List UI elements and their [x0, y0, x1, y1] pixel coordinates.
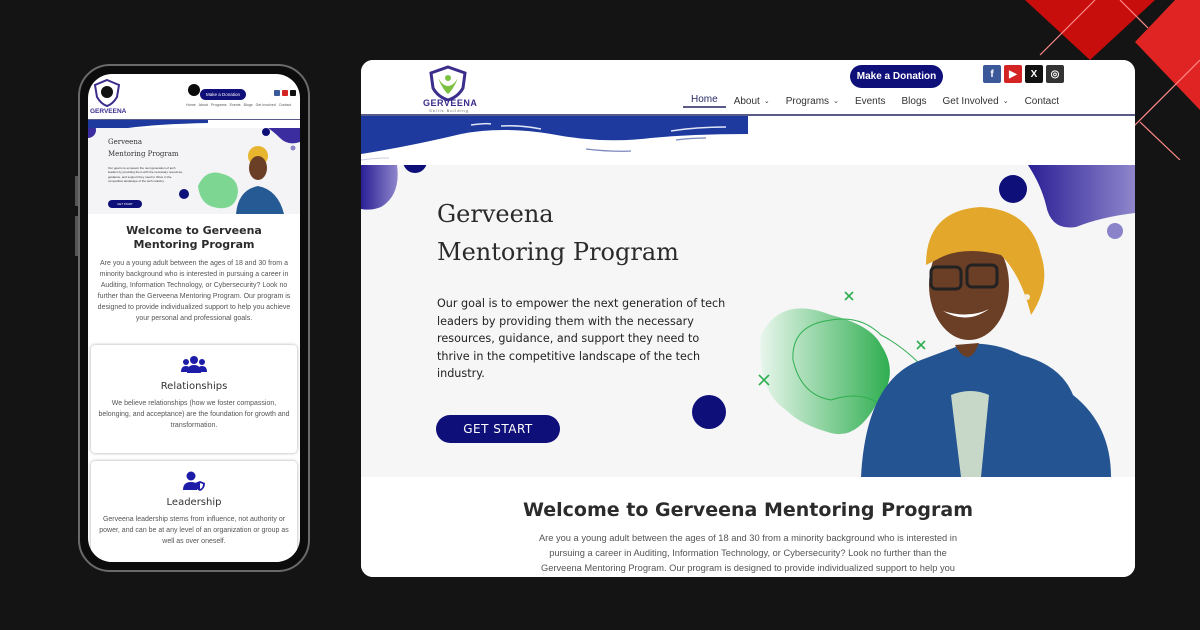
desktop-browser-mockup: GERVEENA Skills Building Make a Donation…	[361, 60, 1135, 577]
nav-label: Get Involved	[942, 95, 999, 107]
x-icon[interactable]: X	[1025, 65, 1043, 83]
mobile-welcome-body: Are you a young adult between the ages o…	[97, 260, 291, 322]
mobile-logo-text: GERVEENA	[90, 108, 127, 115]
hero-description: Our goal is to empower the next generati…	[437, 297, 726, 380]
mobile-hero-illustration	[88, 128, 300, 214]
mobile-header: GERVEENA Make a Donation Home About Prog…	[88, 74, 300, 120]
mobile-social-icons	[274, 90, 296, 96]
mobile-nav-events[interactable]: Events	[230, 103, 241, 107]
phone-camera	[188, 84, 200, 96]
phone-side-button	[75, 176, 78, 206]
facebook-icon[interactable]	[274, 90, 280, 96]
nav-get-involved[interactable]: Get Involved ⌄	[935, 96, 1017, 107]
mobile-welcome-section: Welcome to Gerveena Mentoring Program Ar…	[88, 224, 300, 324]
nav-label: Home	[691, 94, 718, 105]
wave-banner	[361, 116, 748, 161]
chevron-down-icon: ⌄	[763, 98, 770, 105]
feature-card-relationships: Relationships We believe relationships (…	[91, 345, 297, 453]
logo-text: GERVEENA	[423, 98, 478, 108]
feature-card-leadership: Leadership Gerveena leadership stems fro…	[91, 461, 297, 562]
make-donation-button[interactable]: Make a Donation	[850, 65, 943, 88]
nav-programs[interactable]: Programs ⌄	[778, 96, 847, 107]
mobile-nav-contact[interactable]: Contact	[279, 103, 291, 107]
social-icons: f ▶ X ◎	[983, 65, 1064, 83]
chevron-down-icon: ⌄	[833, 98, 839, 105]
hero-title-line2: Mentoring Program	[437, 238, 679, 266]
mobile-donate-button[interactable]: Make a Donation	[200, 89, 246, 100]
x-icon[interactable]	[290, 90, 296, 96]
green-blob	[760, 308, 890, 435]
feature-title: Relationships	[160, 381, 228, 392]
facebook-icon[interactable]: f	[983, 65, 1001, 83]
navy-dot	[999, 175, 1027, 203]
logo-shield-icon[interactable]	[92, 78, 122, 108]
lavender-dot	[1107, 223, 1123, 239]
mobile-nav-home[interactable]: Home	[186, 103, 196, 107]
hero-title-line1: Gerveena	[437, 200, 554, 228]
phone-side-button	[75, 216, 78, 256]
nav-label: Programs	[785, 95, 830, 107]
nav-events[interactable]: Events	[847, 96, 894, 107]
welcome-title: Welcome to Gerveena Mentoring Program	[522, 499, 974, 521]
user-shield-icon	[183, 471, 205, 491]
woman-photo	[861, 207, 1111, 477]
youtube-icon[interactable]	[282, 90, 288, 96]
logo-subtitle: Skills Building	[429, 108, 469, 113]
nav-label: Contact	[1024, 95, 1060, 107]
mobile-hero: Gerveena Mentoring Program Our goal is t…	[88, 128, 300, 214]
nav-label: Events	[854, 95, 886, 107]
nav-about[interactable]: About ⌄	[726, 96, 778, 107]
feature-body: Gerveena leadership stems from influence…	[99, 516, 289, 545]
get-start-button[interactable]: GET START	[436, 415, 560, 443]
welcome-section: Welcome to Gerveena Mentoring Program Ar…	[361, 477, 1135, 577]
mobile-nav-blogs[interactable]: Blogs	[244, 103, 253, 107]
welcome-body: Are you a young adult between the ages o…	[538, 533, 958, 573]
mobile-nav-get-involved[interactable]: Get Involved	[256, 103, 276, 107]
navy-dot	[692, 395, 726, 429]
mobile-welcome-title: Welcome to Gerveena Mentoring Program	[126, 224, 262, 251]
purple-blob-right	[1028, 165, 1135, 228]
navy-dot	[403, 165, 427, 173]
nav-home[interactable]: Home	[683, 94, 726, 108]
mobile-nav-programs[interactable]: Programs	[211, 103, 227, 107]
hero-title: Gerveena Mentoring Program	[437, 195, 679, 271]
phone-screen: GERVEENA Make a Donation Home About Prog…	[88, 74, 300, 562]
feature-body: We believe relationships (how we foster …	[98, 400, 290, 429]
purple-blob-left	[361, 165, 398, 210]
mobile-nav-about[interactable]: About	[199, 103, 208, 107]
nav-label: Blogs	[901, 95, 927, 107]
instagram-icon[interactable]: ◎	[1046, 65, 1064, 83]
nav-label: About	[733, 95, 760, 107]
chevron-down-icon: ⌄	[1002, 98, 1009, 105]
mobile-nav: Home About Programs Events Blogs Get Inv…	[186, 103, 291, 107]
main-nav: Home About ⌄ Programs ⌄ Events Blogs Get I…	[683, 94, 1067, 108]
hero-section: Gerveena Mentoring Program Our goal is t…	[361, 165, 1135, 477]
site-header: GERVEENA Skills Building Make a Donation…	[361, 60, 1135, 116]
showcase-stage: GERVEENA Make a Donation Home About Prog…	[0, 0, 1200, 630]
users-icon	[181, 356, 207, 373]
nav-contact[interactable]: Contact	[1017, 96, 1067, 107]
youtube-icon[interactable]: ▶	[1004, 65, 1022, 83]
nav-blogs[interactable]: Blogs	[894, 96, 935, 107]
phone-mockup: GERVEENA Make a Donation Home About Prog…	[75, 64, 310, 572]
feature-title: Leadership	[166, 497, 222, 508]
